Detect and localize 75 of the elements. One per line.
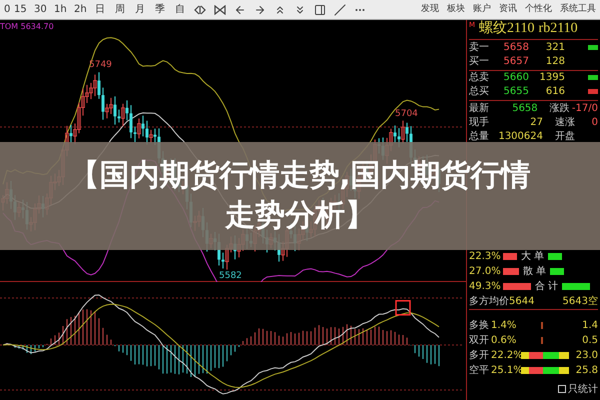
- menu-item[interactable]: 账户: [473, 2, 491, 16]
- banner-title: 【国内期货行情走势,国内期货行情走势分析】: [68, 157, 532, 235]
- sell-bar: [562, 283, 590, 290]
- field-label: 速涨: [555, 116, 576, 130]
- percent-value: 23.0: [576, 349, 598, 363]
- percent-value: 25.1%: [491, 364, 521, 378]
- field-label: 最新: [469, 102, 490, 116]
- price-value: 5655: [502, 84, 529, 98]
- field-label: 总卖: [469, 70, 490, 85]
- buy-bar: [503, 283, 531, 290]
- field-label: 双开: [469, 334, 490, 348]
- period-button[interactable]: 日: [90, 2, 110, 17]
- field-value: 5658: [511, 102, 538, 116]
- percent-value: 1.4: [582, 319, 598, 333]
- field-value: 5644: [509, 295, 534, 309]
- sell-bar: [550, 268, 564, 275]
- price-value: 5658: [502, 40, 529, 54]
- field-label: 买一: [469, 54, 490, 68]
- period-button[interactable]: 自: [170, 2, 190, 17]
- indicator-label: TOM 5634.70: [0, 21, 54, 33]
- percent-value: 22.2%: [491, 349, 521, 363]
- period-button[interactable]: 季: [150, 2, 170, 17]
- period-button[interactable]: 月: [130, 2, 150, 17]
- field-label: 多换: [469, 319, 490, 333]
- contract-code: rb2110: [538, 20, 578, 38]
- buy-bar: [503, 268, 519, 275]
- field-label: 总买: [469, 84, 490, 98]
- checkbox-label: 只统计: [568, 382, 598, 396]
- order-size-label: 散 单: [523, 264, 546, 279]
- field-value: 27: [529, 116, 543, 130]
- period-button[interactable]: 周: [110, 2, 130, 17]
- volume-value: 321: [544, 40, 565, 54]
- buy-bar: [503, 253, 517, 260]
- field-label: 多方均价: [469, 294, 509, 309]
- percent-value: 49.3%: [469, 280, 499, 294]
- field-value: -17/0: [572, 102, 598, 116]
- menu-item[interactable]: 发现: [421, 2, 439, 16]
- menu-item[interactable]: 资讯: [499, 2, 517, 16]
- field-label: 卖一: [469, 40, 490, 54]
- period-button[interactable]: 30: [30, 2, 50, 17]
- volume-value: 128: [544, 54, 565, 68]
- field-value: 5643空: [562, 294, 598, 309]
- field-label: 现手: [469, 116, 490, 130]
- field-label: 涨跌: [550, 102, 571, 116]
- menu-item[interactable]: 系统工具: [560, 2, 596, 16]
- period-button[interactable]: 1h: [50, 2, 70, 17]
- price-value: 5660: [502, 71, 529, 85]
- percent-value: 22.3%: [469, 250, 499, 264]
- field-value: 1300624: [497, 130, 543, 144]
- volume-value: 1395: [538, 71, 565, 85]
- field-label: 开盘: [555, 130, 576, 144]
- percent-value: 0.6%: [491, 334, 518, 348]
- period-button[interactable]: 2h: [70, 2, 90, 17]
- field-value: 0: [592, 116, 598, 130]
- percent-value: 27.0%: [469, 265, 499, 279]
- sell-bar: [548, 253, 562, 260]
- price-label: 5704: [395, 108, 418, 121]
- price-value: 5657: [502, 54, 529, 68]
- menu-item[interactable]: 板块: [447, 2, 465, 16]
- order-size-label: 大 单: [521, 250, 544, 264]
- order-size-label: 合 计: [535, 280, 558, 294]
- period-button[interactable]: 15: [10, 2, 30, 17]
- field-label: 空平: [469, 364, 490, 378]
- volume-value: 616: [544, 84, 565, 98]
- menu-item[interactable]: 个性化: [525, 2, 552, 16]
- field-label: 总量: [469, 130, 490, 144]
- contract-name: 螺纹2110: [479, 20, 535, 38]
- percent-value: 0.5: [582, 334, 598, 348]
- percent-value: 25.8: [576, 364, 598, 378]
- checkbox[interactable]: [558, 385, 566, 393]
- period-button[interactable]: 0: [0, 2, 10, 17]
- highlight-box: [395, 300, 411, 316]
- field-label: 多开: [469, 349, 490, 363]
- percent-value: 1.4%: [491, 319, 518, 333]
- price-label: 5582: [219, 270, 242, 283]
